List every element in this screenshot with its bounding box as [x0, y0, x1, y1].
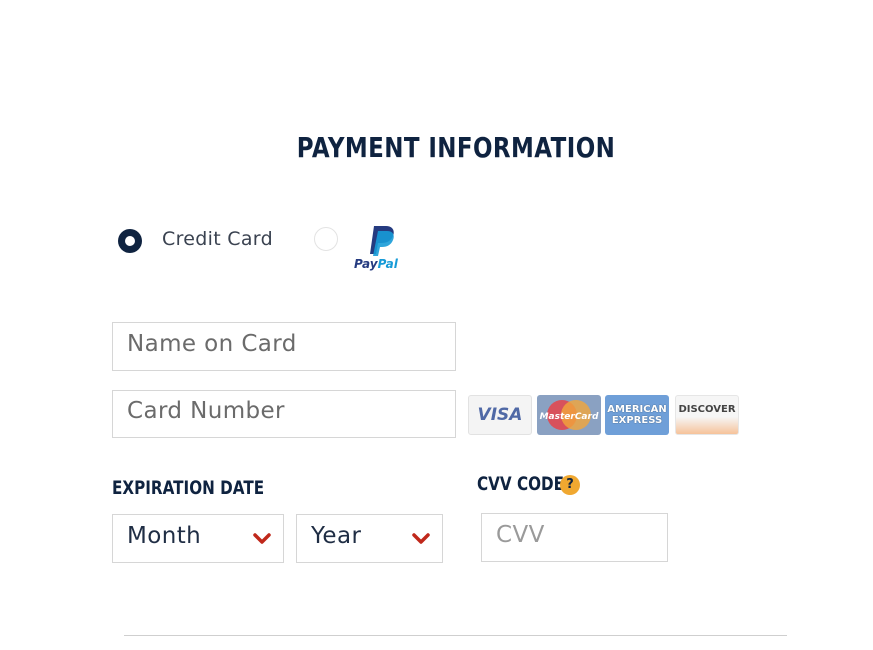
card-number-input[interactable]: Card Number — [112, 390, 456, 438]
credit-card-radio[interactable] — [118, 229, 142, 253]
visa-logo-icon: VISA — [468, 395, 532, 435]
cvv-placeholder: CVV — [496, 521, 545, 548]
cvv-input[interactable]: CVV — [481, 513, 668, 562]
cvv-code-label: CVV CODE — [477, 473, 565, 495]
section-divider — [124, 635, 787, 636]
credit-card-label[interactable]: Credit Card — [162, 228, 273, 250]
card-number-placeholder: Card Number — [127, 398, 285, 424]
paypal-radio[interactable] — [314, 227, 338, 251]
amex-logo-icon: AMERICAN EXPRESS — [605, 395, 669, 435]
year-select[interactable]: Year — [296, 514, 443, 563]
question-icon[interactable]: ? — [560, 475, 580, 495]
month-select[interactable]: Month — [112, 514, 284, 563]
year-select-value: Year — [311, 522, 362, 549]
page-title: PAYMENT INFORMATION — [296, 131, 616, 164]
month-select-value: Month — [127, 522, 202, 549]
paypal-logo-icon[interactable]: PayPal — [354, 225, 408, 275]
svg-text:MasterCard: MasterCard — [540, 412, 599, 422]
chevron-down-icon — [253, 533, 271, 544]
name-on-card-input[interactable]: Name on Card — [112, 322, 456, 371]
discover-logo-icon: DISCOVER — [675, 395, 739, 435]
name-on-card-placeholder: Name on Card — [127, 330, 297, 357]
mastercard-logo-icon: MasterCard — [537, 395, 601, 435]
paypal-wordmark: PayPal — [354, 257, 398, 271]
chevron-down-icon — [412, 533, 430, 544]
expiration-date-label: EXPIRATION DATE — [112, 477, 265, 499]
